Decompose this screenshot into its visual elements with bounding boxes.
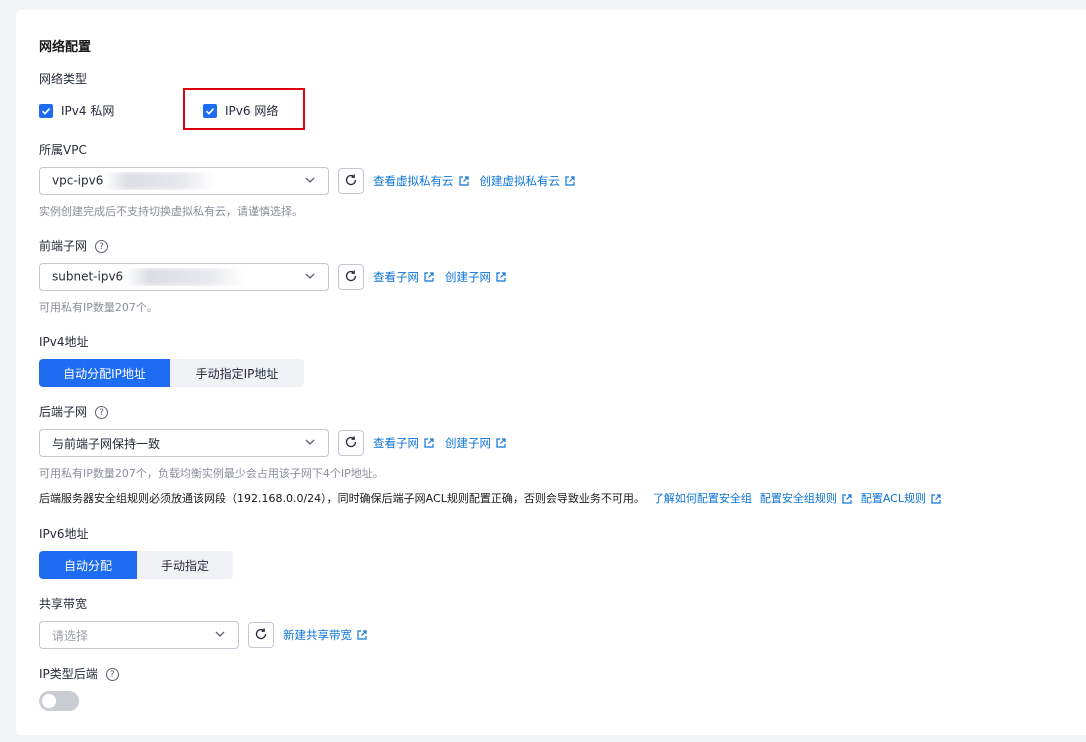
create-vpc-link-text: 创建虚拟私有云 bbox=[479, 174, 561, 188]
view-vpc-link[interactable]: 查看虚拟私有云 bbox=[373, 173, 470, 189]
ip-type-backend-label-row: IP类型后端? bbox=[39, 666, 119, 682]
external-link-icon bbox=[496, 272, 506, 282]
ipv4-auto-option[interactable]: 自动分配IP地址 bbox=[39, 359, 170, 387]
view-subnet-link-text: 查看子网 bbox=[373, 270, 419, 284]
vpc-select[interactable]: vpc-ipv6 bbox=[39, 167, 329, 195]
chevron-down-icon bbox=[304, 436, 316, 451]
ipv4-address-segmented: 自动分配IP地址 手动指定IP地址 bbox=[39, 359, 304, 387]
create-bandwidth-link[interactable]: 新建共享带宽 bbox=[283, 627, 368, 643]
highlight-box bbox=[183, 88, 305, 130]
ipv4-address-label: IPv4地址 bbox=[39, 335, 89, 349]
view-backend-subnet-link-text: 查看子网 bbox=[373, 436, 419, 450]
external-link-icon bbox=[931, 494, 941, 504]
bandwidth-refresh-button[interactable] bbox=[248, 622, 274, 648]
ipv6-address-segmented: 自动分配 手动指定 bbox=[39, 551, 233, 579]
shared-bandwidth-label: 共享带宽 bbox=[39, 597, 88, 611]
refresh-icon bbox=[344, 269, 358, 286]
backend-subnet-select[interactable]: 与前端子网保持一致 bbox=[39, 429, 329, 457]
help-icon[interactable]: ? bbox=[95, 240, 109, 253]
ipv4-manual-option[interactable]: 手动指定IP地址 bbox=[170, 359, 304, 387]
create-subnet-link[interactable]: 创建子网 bbox=[445, 269, 507, 285]
redacted-blur bbox=[125, 268, 246, 286]
ip-type-backend-label: IP类型后端 bbox=[39, 667, 98, 681]
external-link-icon bbox=[424, 438, 434, 448]
create-bandwidth-link-text: 新建共享带宽 bbox=[283, 628, 352, 642]
shared-bandwidth-select[interactable]: 请选择 bbox=[39, 621, 239, 649]
ipv6-address-label: IPv6地址 bbox=[39, 527, 89, 541]
backend-subnet-hint: 可用私有IP数量207个，负载均衡实例最少会占用该子网下4个IP地址。 bbox=[39, 467, 384, 480]
backend-warning-text: 后端服务器安全组规则必须放通该网段（192.168.0.0/24），同时确保后端… bbox=[39, 492, 645, 505]
refresh-icon bbox=[344, 435, 358, 452]
config-sg-link[interactable]: 配置安全组规则 bbox=[760, 491, 853, 507]
ip-type-backend-toggle[interactable] bbox=[39, 691, 79, 711]
backend-subnet-refresh-button[interactable] bbox=[338, 430, 364, 456]
create-vpc-link[interactable]: 创建虚拟私有云 bbox=[480, 173, 577, 189]
vpc-refresh-button[interactable] bbox=[338, 168, 364, 194]
redacted-blur bbox=[105, 172, 216, 190]
chevron-down-icon bbox=[214, 628, 226, 643]
help-icon[interactable]: ? bbox=[105, 668, 119, 681]
config-acl-link[interactable]: 配置ACL规则 bbox=[861, 491, 942, 507]
learn-sg-link[interactable]: 了解如何配置安全组 bbox=[653, 491, 752, 507]
network-type-label: 网络类型 bbox=[39, 72, 88, 86]
frontend-subnet-label: 前端子网 bbox=[39, 239, 88, 253]
ipv6-auto-option[interactable]: 自动分配 bbox=[39, 551, 137, 579]
vpc-select-value: vpc-ipv6 bbox=[52, 173, 104, 188]
backend-subnet-value: 与前端子网保持一致 bbox=[52, 436, 161, 451]
external-link-icon bbox=[357, 630, 367, 640]
vpc-label: 所属VPC bbox=[39, 143, 87, 157]
refresh-icon bbox=[344, 173, 358, 190]
backend-subnet-label: 后端子网 bbox=[39, 405, 88, 419]
create-backend-subnet-link[interactable]: 创建子网 bbox=[445, 435, 507, 451]
external-link-icon bbox=[424, 272, 434, 282]
external-link-icon bbox=[565, 176, 575, 186]
shared-bandwidth-placeholder: 请选择 bbox=[52, 628, 89, 643]
external-link-icon bbox=[458, 176, 469, 186]
external-link-icon bbox=[496, 438, 506, 448]
backend-warning-row: 后端服务器安全组规则必须放通该网段（192.168.0.0/24），同时确保后端… bbox=[39, 491, 1079, 507]
frontend-subnet-refresh-button[interactable] bbox=[338, 264, 364, 290]
help-icon[interactable]: ? bbox=[95, 406, 109, 419]
frontend-subnet-hint: 可用私有IP数量207个。 bbox=[39, 301, 158, 314]
view-subnet-link[interactable]: 查看子网 bbox=[373, 269, 435, 285]
config-sg-link-text: 配置安全组规则 bbox=[759, 492, 837, 505]
frontend-subnet-select[interactable]: subnet-ipv6 bbox=[39, 263, 329, 291]
chevron-down-icon bbox=[304, 270, 316, 285]
refresh-icon bbox=[254, 627, 268, 644]
ipv4-private-label: IPv4 私网 bbox=[61, 104, 115, 118]
view-vpc-link-text: 查看虚拟私有云 bbox=[373, 174, 454, 188]
frontend-subnet-value: subnet-ipv6 bbox=[52, 269, 124, 284]
chevron-down-icon bbox=[304, 174, 316, 189]
create-backend-subnet-link-text: 创建子网 bbox=[445, 436, 491, 450]
backend-subnet-label-row: 后端子网? bbox=[39, 404, 109, 420]
frontend-subnet-label-row: 前端子网? bbox=[39, 238, 109, 254]
ipv4-private-checkbox[interactable]: IPv4 私网 bbox=[39, 103, 114, 119]
section-title: 网络配置 bbox=[39, 40, 92, 55]
checkmark-icon bbox=[39, 104, 53, 118]
create-subnet-link-text: 创建子网 bbox=[445, 270, 491, 284]
view-backend-subnet-link[interactable]: 查看子网 bbox=[373, 435, 435, 451]
config-acl-link-text: 配置ACL规则 bbox=[860, 492, 926, 505]
external-link-icon bbox=[842, 494, 852, 504]
ipv6-manual-option[interactable]: 手动指定 bbox=[137, 551, 233, 579]
vpc-hint: 实例创建完成后不支持切换虚拟私有云，请谨慎选择。 bbox=[39, 205, 303, 218]
